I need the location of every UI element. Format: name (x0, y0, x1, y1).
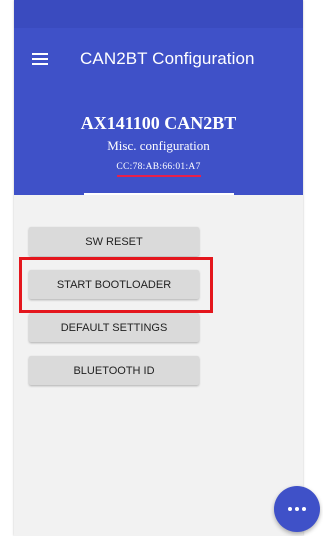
mac-address-underline (117, 175, 201, 177)
status-bar (14, 0, 303, 28)
app-screen: CAN2BT Configuration AX141100 CAN2BT Mis… (14, 0, 303, 536)
hamburger-menu-icon[interactable] (32, 53, 48, 66)
app-title: CAN2BT Configuration (80, 49, 255, 68)
device-subtitle: Misc. configuration (107, 138, 210, 153)
default-settings-button[interactable]: DEFAULT SETTINGS (29, 313, 199, 342)
bluetooth-id-button[interactable]: BLUETOOTH ID (29, 356, 199, 385)
tab-indicator (84, 193, 234, 195)
highlight-annotation (19, 257, 213, 313)
mac-address: CC:78:AB:66:01:A7 (116, 162, 201, 172)
more-options-fab[interactable] (274, 486, 320, 532)
more-horizontal-icon (288, 507, 306, 511)
app-bar: CAN2BT Configuration (14, 28, 303, 94)
device-name: AX141100 CAN2BT (80, 113, 237, 133)
sw-reset-button[interactable]: SW RESET (29, 227, 199, 256)
device-header: AX141100 CAN2BT Misc. configuration CC:7… (14, 94, 303, 195)
